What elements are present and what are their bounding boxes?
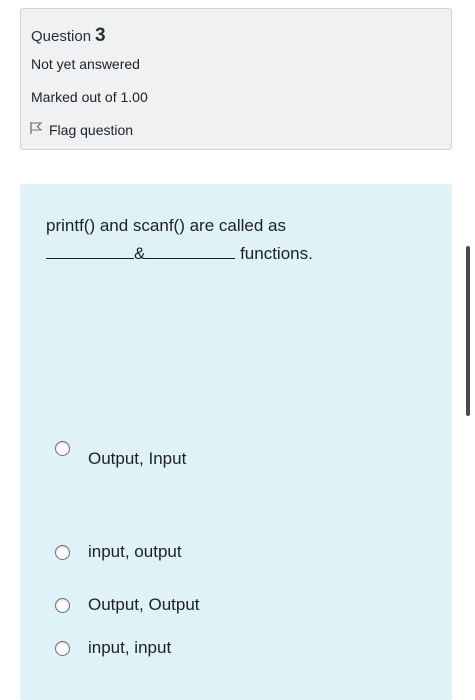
- option-2[interactable]: input, output: [55, 542, 182, 562]
- question-state: Not yet answered: [31, 56, 140, 72]
- blank-2: [145, 240, 236, 259]
- question-text-suffix: functions.: [240, 244, 313, 263]
- radio-button[interactable]: [55, 640, 70, 656]
- option-label: Output, Input: [88, 449, 187, 468]
- radio-button[interactable]: [55, 597, 70, 613]
- flag-icon: [29, 121, 49, 138]
- question-info-panel: Question 3 Not yet answered Marked out of…: [20, 8, 452, 150]
- option-label: input, input: [88, 638, 172, 657]
- question-grade: Marked out of 1.00: [31, 89, 148, 105]
- radio-button[interactable]: [55, 544, 70, 560]
- scrollbar[interactable]: [466, 246, 470, 416]
- radio-button[interactable]: [55, 440, 70, 456]
- question-label: Question: [31, 28, 92, 45]
- ampersand: &: [134, 244, 146, 263]
- flag-label: Flag question: [49, 121, 134, 138]
- question-text-line1: printf() and scanf() are called as: [46, 216, 286, 235]
- question-content: printf() and scanf() are called as & fun…: [20, 184, 452, 700]
- flag-question-link[interactable]: Flag question: [29, 121, 133, 138]
- question-title: Question 3: [31, 25, 106, 47]
- question-number: 3: [95, 25, 106, 46]
- blank-1: [46, 240, 134, 259]
- option-4[interactable]: input, input: [55, 638, 171, 658]
- question-text: printf() and scanf() are called as & fun…: [46, 212, 406, 268]
- option-1[interactable]: Output, Input: [55, 440, 187, 469]
- option-label: Output, Output: [88, 595, 200, 614]
- option-label: input, output: [88, 542, 182, 561]
- option-3[interactable]: Output, Output: [55, 595, 200, 615]
